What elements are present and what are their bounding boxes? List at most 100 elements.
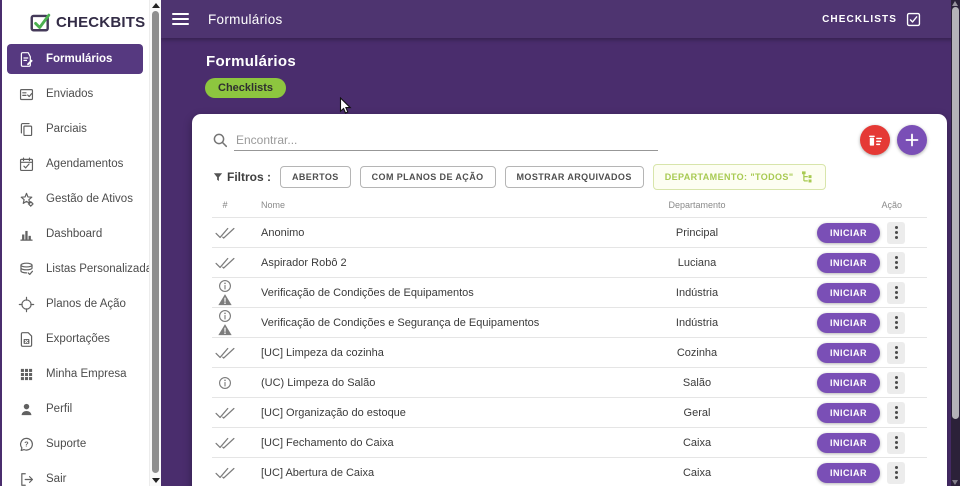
sidebar-item-enviados[interactable]: Enviados	[7, 79, 143, 109]
table-row: [UC] Abertura de Caixa Caixa INICIAR	[212, 457, 927, 486]
add-button[interactable]	[897, 125, 927, 155]
page-scroll-down-icon[interactable]	[952, 480, 958, 485]
sidebar-item-label: Sair	[46, 473, 66, 485]
table-row: [UC] Limpeza da cozinha Cozinha INICIAR	[212, 337, 927, 367]
row-menu-button[interactable]	[887, 282, 905, 304]
row-actions: INICIAR	[757, 282, 927, 304]
iniciar-button[interactable]: INICIAR	[817, 373, 880, 393]
forms-card: Filtros : ABERTOS COM PLANOS DE AÇÃO MOS…	[192, 114, 947, 486]
iniciar-button[interactable]: INICIAR	[817, 313, 880, 333]
clear-list-button[interactable]	[860, 125, 890, 155]
filters-row: Filtros : ABERTOS COM PLANOS DE AÇÃO MOS…	[212, 165, 927, 188]
checklists-chip[interactable]: Checklists	[205, 78, 286, 98]
filters-label-group: Filtros :	[212, 170, 271, 184]
row-menu-button[interactable]	[887, 222, 905, 244]
logo-checkbox-icon	[29, 11, 51, 33]
row-status-icons	[212, 466, 238, 479]
iniciar-button[interactable]: INICIAR	[817, 253, 880, 273]
row-menu-button[interactable]	[887, 402, 905, 424]
row-actions: INICIAR	[757, 402, 927, 424]
calendar-check-icon	[18, 156, 35, 173]
row-menu-button[interactable]	[887, 312, 905, 334]
row-menu-button[interactable]	[887, 432, 905, 454]
person-icon	[18, 401, 35, 418]
sidebar-item-label: Agendamentos	[46, 158, 123, 170]
row-actions: INICIAR	[757, 462, 927, 484]
bar-chart-icon	[18, 226, 35, 243]
form-edit-icon	[18, 51, 35, 68]
fact-check-icon	[18, 86, 35, 103]
filter-departamento-button[interactable]: DEPARTAMENTO: "TODOS"	[653, 164, 826, 190]
iniciar-button[interactable]: INICIAR	[817, 403, 880, 423]
layers-check-icon	[18, 261, 35, 278]
row-menu-button[interactable]	[887, 462, 905, 484]
brand-logo: CHECKBITS	[2, 0, 161, 39]
scroll-down-icon[interactable]	[152, 478, 160, 483]
row-actions: INICIAR	[757, 342, 927, 364]
row-actions: INICIAR	[757, 252, 927, 274]
row-status-icons	[212, 406, 238, 419]
row-department: Indústria	[637, 287, 757, 299]
sidebar-scrollbar-thumb[interactable]	[152, 11, 159, 473]
row-department: Geral	[637, 407, 757, 419]
row-status-icons	[212, 256, 238, 269]
hamburger-menu-icon[interactable]	[172, 13, 189, 25]
chat-question-icon: ?	[18, 436, 35, 453]
org-tree-icon	[800, 170, 814, 184]
sidebar-item-label: Suporte	[46, 438, 86, 450]
table-row: [UC] Fechamento do Caixa Caixa INICIAR	[212, 427, 927, 457]
column-action: Ação	[757, 200, 927, 210]
filter-mostrar-arquivados-button[interactable]: MOSTRAR ARQUIVADOS	[505, 166, 644, 188]
page-scrollbar[interactable]	[951, 0, 960, 486]
filter-departamento-label: DEPARTAMENTO: "TODOS"	[665, 172, 794, 182]
sidebar-item-perfil[interactable]: Perfil	[7, 394, 143, 424]
iniciar-button[interactable]: INICIAR	[817, 433, 880, 453]
row-menu-button[interactable]	[887, 252, 905, 274]
row-name: Aspirador Robô 2	[238, 257, 637, 269]
page-scroll-up-icon[interactable]	[952, 1, 958, 6]
row-status-icons	[212, 436, 238, 449]
row-name: Anonimo	[238, 227, 637, 239]
iniciar-button[interactable]: INICIAR	[817, 463, 880, 483]
logout-icon	[18, 471, 35, 486]
row-menu-button[interactable]	[887, 372, 905, 394]
double-check-icon	[215, 226, 235, 239]
checkbox-checked-icon	[905, 11, 922, 28]
row-actions: INICIAR	[757, 222, 927, 244]
sidebar-item-dashboard[interactable]: Dashboard	[7, 219, 143, 249]
sidebar-item-exportacoes[interactable]: Exportações	[7, 324, 143, 354]
sidebar-scrollbar[interactable]	[149, 0, 161, 486]
iniciar-button[interactable]: INICIAR	[817, 343, 880, 363]
search-input[interactable]	[234, 130, 658, 151]
brand-name: CHECKBITS	[56, 14, 145, 31]
column-department: Departamento	[637, 200, 757, 210]
iniciar-button[interactable]: INICIAR	[817, 283, 880, 303]
sidebar-item-parciais[interactable]: Parciais	[7, 114, 143, 144]
filter-planos-acao-button[interactable]: COM PLANOS DE AÇÃO	[360, 166, 496, 188]
forms-table: # Nome Departamento Ação Anonimo Princip…	[212, 193, 927, 486]
info-icon	[218, 376, 232, 390]
page-scrollbar-thumb[interactable]	[952, 7, 959, 419]
row-menu-button[interactable]	[887, 342, 905, 364]
warning-icon	[218, 323, 232, 336]
sidebar-item-planos-de-acao[interactable]: Planos de Ação	[7, 289, 143, 319]
double-check-icon	[215, 466, 235, 479]
sidebar-item-listas-personalizadas[interactable]: Listas Personalizadas	[7, 254, 143, 284]
page-title: Formulários	[206, 53, 296, 70]
checklists-switcher-button[interactable]: CHECKLISTS	[822, 11, 922, 28]
sidebar-item-label: Gestão de Ativos	[46, 193, 133, 205]
iniciar-button[interactable]: INICIAR	[817, 223, 880, 243]
sidebar-item-suporte[interactable]: ? Suporte	[7, 429, 143, 459]
scroll-up-icon[interactable]	[152, 3, 160, 8]
sidebar-item-label: Parciais	[46, 123, 87, 135]
sidebar-item-minha-empresa[interactable]: Minha Empresa	[7, 359, 143, 389]
table-row: Verificação de Condições de Equipamentos…	[212, 277, 927, 307]
sidebar-item-agendamentos[interactable]: Agendamentos	[7, 149, 143, 179]
filter-funnel-icon	[212, 171, 224, 183]
sidebar-item-formularios[interactable]: Formulários	[7, 44, 143, 74]
checklists-label: CHECKLISTS	[822, 14, 897, 25]
sidebar-item-sair[interactable]: Sair	[7, 464, 143, 486]
sidebar-item-gestao-de-ativos[interactable]: Gestão de Ativos	[7, 184, 143, 214]
filter-abertos-button[interactable]: ABERTOS	[280, 166, 351, 188]
row-department: Caixa	[637, 467, 757, 479]
